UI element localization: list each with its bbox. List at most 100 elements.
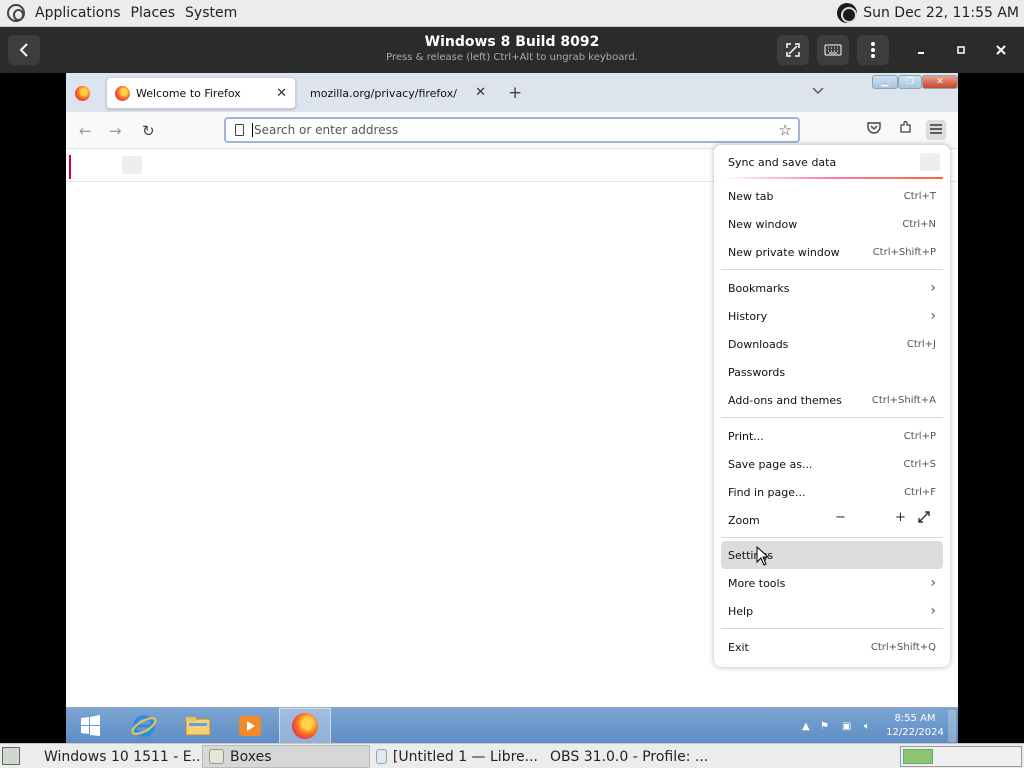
taskbar-media-player[interactable] (224, 708, 276, 743)
applications-menu[interactable]: Applications (30, 5, 126, 21)
menu-item-more-tools[interactable]: More tools › (721, 569, 943, 597)
tab-close-icon[interactable]: ✕ (475, 85, 486, 100)
list-all-tabs-icon[interactable] (812, 85, 824, 98)
menu-item-label: Print... (728, 429, 764, 443)
taskbar-internet-explorer[interactable] (118, 708, 170, 743)
win-minimize-button[interactable]: ▁ (872, 75, 898, 89)
menu-item-addons[interactable]: Add-ons and themes Ctrl+Shift+A (721, 386, 943, 414)
window-controls: ▁ ❐ ✕ (872, 75, 958, 91)
menu-item-shortcut: Ctrl+N (902, 218, 936, 230)
fullscreen-button[interactable] (777, 35, 809, 65)
menu-item-history[interactable]: History › (721, 302, 943, 330)
windows-logo-icon (81, 715, 100, 736)
action-center-flag-icon[interactable]: ⚑ (820, 708, 829, 743)
host-task-libreoffice[interactable]: [Untitled 1 — Libre... (370, 745, 538, 768)
forward-arrow-icon[interactable]: → (109, 122, 122, 140)
document-icon (376, 749, 387, 764)
win-restore-button[interactable]: ❐ (898, 75, 922, 89)
chevron-right-icon: › (930, 603, 936, 619)
menu-item-passwords[interactable]: Passwords (721, 358, 943, 386)
account-avatar[interactable] (920, 153, 940, 171)
menu-item-zoom: Zoom (721, 506, 943, 534)
workspace-switcher[interactable] (900, 746, 1022, 767)
menu-item-save-page[interactable]: Save page as... Ctrl+S (721, 450, 943, 478)
boxes-icon (209, 749, 224, 764)
host-task-label: [Untitled 1 — Libre... (392, 748, 538, 765)
menu-item-new-tab[interactable]: New tab Ctrl+T (721, 182, 943, 210)
taskbar-file-explorer[interactable] (172, 708, 224, 743)
reload-icon[interactable]: ↻ (142, 122, 155, 140)
firefox-icon (115, 85, 130, 101)
tab-privacy[interactable]: mozilla.org/privacy/firefox/ ✕ (302, 77, 494, 109)
menu-item-label: Exit (728, 640, 749, 654)
menu-item-new-window[interactable]: New window Ctrl+N (721, 210, 943, 238)
menu-item-bookmarks[interactable]: Bookmarks › (721, 274, 943, 302)
show-desktop-button[interactable] (948, 710, 956, 742)
firefox-view-icon[interactable] (75, 86, 90, 101)
vm-menu-button[interactable] (857, 35, 889, 65)
zoom-in-button[interactable]: + (895, 510, 906, 525)
app-menu-button[interactable] (926, 120, 946, 140)
tab-welcome[interactable]: Welcome to Firefox ✕ (106, 77, 296, 109)
zoom-out-button[interactable]: − (835, 510, 846, 525)
host-task-label: Boxes (230, 748, 272, 765)
menu-item-label: Downloads (728, 337, 789, 351)
back-arrow-icon[interactable]: ← (79, 122, 92, 140)
fullscreen-icon[interactable] (918, 511, 930, 527)
chevron-right-icon: › (930, 280, 936, 296)
mouse-cursor-icon (756, 546, 770, 566)
panel-clock[interactable]: Sun Dec 22, 11:55 AM (863, 5, 1019, 21)
close-window-button[interactable] (985, 35, 1017, 65)
show-desktop-icon[interactable] (2, 747, 20, 765)
maximize-button[interactable] (945, 35, 977, 65)
firefox-tab-strip: Welcome to Firefox ✕ mozilla.org/privacy… (66, 73, 958, 112)
extensions-icon[interactable] (896, 120, 916, 140)
menu-item-help[interactable]: Help › (721, 597, 943, 625)
host-task-boxes[interactable]: Boxes (202, 745, 370, 768)
win-close-button[interactable]: ✕ (922, 75, 958, 89)
volume-icon[interactable]: 🔈︎ (864, 708, 870, 743)
network-icon[interactable]: ▣ (842, 708, 851, 743)
menu-item-shortcut: Ctrl+P (903, 430, 936, 442)
chevron-right-icon: › (930, 575, 936, 591)
menu-item-find-in-page[interactable]: Find in page... Ctrl+F (721, 478, 943, 506)
start-button[interactable] (70, 711, 112, 741)
taskbar-firefox[interactable] (279, 708, 331, 743)
menu-separator (721, 628, 943, 629)
folder-icon (185, 717, 211, 736)
places-menu[interactable]: Places (126, 5, 181, 21)
host-task-windows10[interactable]: Windows 10 1511 - E... (32, 745, 202, 768)
vm-display[interactable]: Welcome to Firefox ✕ mozilla.org/privacy… (66, 73, 958, 743)
workspace-1[interactable] (903, 749, 933, 764)
menu-item-sync[interactable]: Sync and save data (721, 148, 943, 176)
hamburger-icon (930, 124, 942, 134)
windows-taskbar: ▲ ⚑ ▣ 🔈︎ 8:55 AM 12/22/2024 (66, 707, 958, 743)
menu-item-print[interactable]: Print... Ctrl+P (721, 422, 943, 450)
tab-close-icon[interactable]: ✕ (276, 86, 287, 101)
url-bar[interactable]: Search or enter address ☆ (224, 117, 800, 143)
page-accent-bar (69, 155, 71, 179)
keyboard-button[interactable] (817, 35, 849, 65)
close-icon (996, 45, 1006, 55)
pocket-icon[interactable] (864, 120, 884, 140)
debian-logo-icon[interactable] (7, 4, 25, 22)
firefox-icon (292, 713, 318, 739)
menu-item-exit[interactable]: Exit Ctrl+Shift+Q (721, 633, 943, 661)
minimize-button[interactable] (905, 35, 937, 65)
menu-item-new-private-window[interactable]: New private window Ctrl+Shift+P (721, 238, 943, 266)
menu-item-label: More tools (728, 576, 786, 590)
system-menu[interactable]: System (180, 5, 242, 21)
firefox-app-menu: Sync and save data New tab Ctrl+T New win… (714, 145, 950, 667)
windows-clock[interactable]: 8:55 AM 12/22/2024 (884, 712, 946, 740)
bookmark-star-icon[interactable]: ☆ (779, 121, 792, 139)
tab-label: mozilla.org/privacy/firefox/ (310, 86, 457, 100)
menu-item-downloads[interactable]: Downloads Ctrl+J (721, 330, 943, 358)
menu-item-settings[interactable]: Settings (721, 541, 943, 569)
menu-item-label: Sync and save data (728, 155, 837, 169)
tray-expand-icon[interactable]: ▲ (802, 708, 810, 743)
obs-tray-icon[interactable] (837, 3, 858, 23)
minimize-icon (918, 52, 924, 54)
menu-item-label: Bookmarks (728, 281, 790, 295)
host-task-obs[interactable]: OBS 31.0.0 - Profile: ... (538, 745, 708, 768)
new-tab-button[interactable]: + (508, 83, 522, 103)
